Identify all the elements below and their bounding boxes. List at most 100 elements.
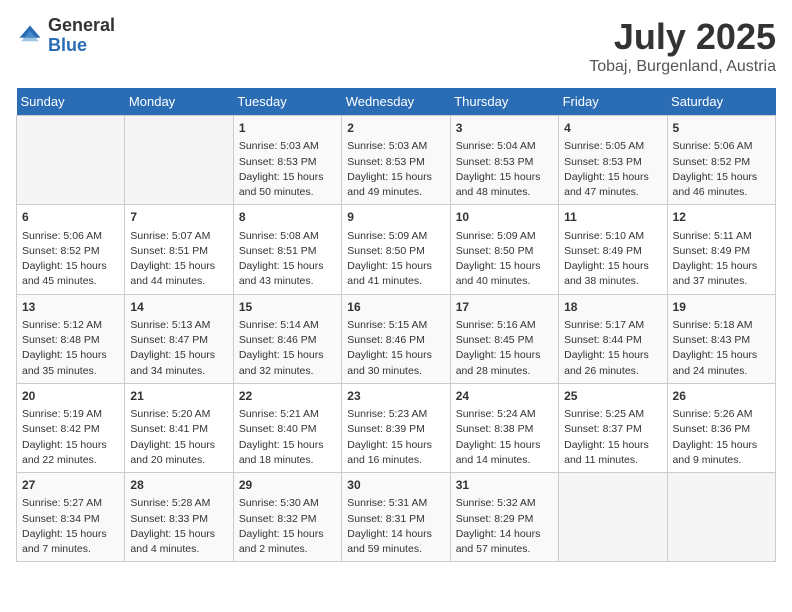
day-number: 17 — [456, 299, 553, 316]
calendar-cell: 5Sunrise: 5:06 AMSunset: 8:52 PMDaylight… — [667, 116, 775, 205]
logo-blue: Blue — [48, 36, 115, 56]
title-block: July 2025 Tobaj, Burgenland, Austria — [589, 16, 776, 76]
day-number: 14 — [130, 299, 227, 316]
day-number: 16 — [347, 299, 444, 316]
calendar-cell: 11 Sunrise: 5:10 AMSunset: 8:49 PMDayligh… — [559, 205, 667, 294]
calendar-cell: 10Sunrise: 5:09 AMSunset: 8:50 PMDayligh… — [450, 205, 558, 294]
page-header: General Blue July 2025 Tobaj, Burgenland… — [16, 16, 776, 76]
main-title: July 2025 — [589, 16, 776, 58]
calendar-cell: 22Sunrise: 5:21 AMSunset: 8:40 PMDayligh… — [233, 383, 341, 472]
day-number: 18 — [564, 299, 661, 316]
calendar-cell: 4 Sunrise: 5:05 AMSunset: 8:53 PMDaylight… — [559, 116, 667, 205]
day-number: 11 — [564, 209, 661, 226]
day-number: 20 — [22, 388, 119, 405]
calendar-header-row: SundayMondayTuesdayWednesdayThursdayFrid… — [17, 88, 776, 116]
calendar-cell: 13Sunrise: 5:12 AMSunset: 8:48 PMDayligh… — [17, 294, 125, 383]
header-day-tuesday: Tuesday — [233, 88, 341, 116]
day-info: Sunrise: 5:19 AMSunset: 8:42 PMDaylight:… — [22, 407, 119, 468]
day-number: 23 — [347, 388, 444, 405]
calendar-cell: 15 Sunrise: 5:14 AMSunset: 8:46 PMDayligh… — [233, 294, 341, 383]
day-info: Sunrise: 5:14 AMSunset: 8:46 PMDaylight:… — [239, 318, 336, 379]
header-day-wednesday: Wednesday — [342, 88, 450, 116]
header-day-friday: Friday — [559, 88, 667, 116]
day-info: Sunrise: 5:25 AMSunset: 8:37 PMDaylight:… — [564, 407, 661, 468]
calendar-cell: 1Sunrise: 5:03 AMSunset: 8:53 PMDaylight… — [233, 116, 341, 205]
calendar-week-row: 6 Sunrise: 5:06 AMSunset: 8:52 PMDaylight… — [17, 205, 776, 294]
day-info: Sunrise: 5:13 AMSunset: 8:47 PMDaylight:… — [130, 318, 227, 379]
day-info: Sunrise: 5:05 AMSunset: 8:53 PMDaylight:… — [564, 139, 661, 200]
calendar-cell: 20 Sunrise: 5:19 AMSunset: 8:42 PMDayligh… — [17, 383, 125, 472]
calendar-cell: 19 Sunrise: 5:18 AMSunset: 8:43 PMDayligh… — [667, 294, 775, 383]
calendar-cell: 28 Sunrise: 5:28 AMSunset: 8:33 PMDayligh… — [125, 473, 233, 562]
logo-icon — [16, 22, 44, 50]
day-info: Sunrise: 5:09 AMSunset: 8:50 PMDaylight:… — [456, 229, 553, 290]
calendar-cell: 21 Sunrise: 5:20 AMSunset: 8:41 PMDayligh… — [125, 383, 233, 472]
header-day-thursday: Thursday — [450, 88, 558, 116]
day-number: 8 — [239, 209, 336, 226]
calendar-cell: 18Sunrise: 5:17 AMSunset: 8:44 PMDayligh… — [559, 294, 667, 383]
day-info: Sunrise: 5:20 AMSunset: 8:41 PMDaylight:… — [130, 407, 227, 468]
calendar-week-row: 27 Sunrise: 5:27 AMSunset: 8:34 PMDayligh… — [17, 473, 776, 562]
day-number: 26 — [673, 388, 770, 405]
day-info: Sunrise: 5:15 AMSunset: 8:46 PMDaylight:… — [347, 318, 444, 379]
calendar-cell: 14 Sunrise: 5:13 AMSunset: 8:47 PMDayligh… — [125, 294, 233, 383]
day-info: Sunrise: 5:31 AMSunset: 8:31 PMDaylight:… — [347, 496, 444, 557]
day-number: 19 — [673, 299, 770, 316]
day-info: Sunrise: 5:06 AMSunset: 8:52 PMDaylight:… — [22, 229, 119, 290]
day-number: 24 — [456, 388, 553, 405]
day-info: Sunrise: 5:10 AMSunset: 8:49 PMDaylight:… — [564, 229, 661, 290]
calendar-cell — [667, 473, 775, 562]
day-info: Sunrise: 5:26 AMSunset: 8:36 PMDaylight:… — [673, 407, 770, 468]
day-number: 7 — [130, 209, 227, 226]
day-info: Sunrise: 5:27 AMSunset: 8:34 PMDaylight:… — [22, 496, 119, 557]
day-number: 27 — [22, 477, 119, 494]
calendar-cell: 31 Sunrise: 5:32 AMSunset: 8:29 PMDayligh… — [450, 473, 558, 562]
calendar-cell: 24 Sunrise: 5:24 AMSunset: 8:38 PMDayligh… — [450, 383, 558, 472]
calendar-cell: 25 Sunrise: 5:25 AMSunset: 8:37 PMDayligh… — [559, 383, 667, 472]
logo-general: General — [48, 16, 115, 36]
day-info: Sunrise: 5:28 AMSunset: 8:33 PMDaylight:… — [130, 496, 227, 557]
day-number: 3 — [456, 120, 553, 137]
day-number: 2 — [347, 120, 444, 137]
day-number: 5 — [673, 120, 770, 137]
calendar-week-row: 1Sunrise: 5:03 AMSunset: 8:53 PMDaylight… — [17, 116, 776, 205]
calendar-cell: 7 Sunrise: 5:07 AMSunset: 8:51 PMDaylight… — [125, 205, 233, 294]
calendar-cell: 17 Sunrise: 5:16 AMSunset: 8:45 PMDayligh… — [450, 294, 558, 383]
calendar-cell — [559, 473, 667, 562]
day-info: Sunrise: 5:24 AMSunset: 8:38 PMDaylight:… — [456, 407, 553, 468]
header-day-sunday: Sunday — [17, 88, 125, 116]
day-number: 12 — [673, 209, 770, 226]
day-info: Sunrise: 5:16 AMSunset: 8:45 PMDaylight:… — [456, 318, 553, 379]
day-number: 4 — [564, 120, 661, 137]
day-info: Sunrise: 5:21 AMSunset: 8:40 PMDaylight:… — [239, 407, 336, 468]
day-number: 30 — [347, 477, 444, 494]
calendar-cell: 12 Sunrise: 5:11 AMSunset: 8:49 PMDayligh… — [667, 205, 775, 294]
day-number: 15 — [239, 299, 336, 316]
day-number: 31 — [456, 477, 553, 494]
day-info: Sunrise: 5:30 AMSunset: 8:32 PMDaylight:… — [239, 496, 336, 557]
day-number: 28 — [130, 477, 227, 494]
day-info: Sunrise: 5:08 AMSunset: 8:51 PMDaylight:… — [239, 229, 336, 290]
calendar-cell: 30 Sunrise: 5:31 AMSunset: 8:31 PMDayligh… — [342, 473, 450, 562]
calendar-cell: 26 Sunrise: 5:26 AMSunset: 8:36 PMDayligh… — [667, 383, 775, 472]
calendar-week-row: 20 Sunrise: 5:19 AMSunset: 8:42 PMDayligh… — [17, 383, 776, 472]
day-number: 21 — [130, 388, 227, 405]
calendar-cell — [17, 116, 125, 205]
header-day-saturday: Saturday — [667, 88, 775, 116]
calendar-cell: 9Sunrise: 5:09 AMSunset: 8:50 PMDaylight… — [342, 205, 450, 294]
calendar-cell: 27 Sunrise: 5:27 AMSunset: 8:34 PMDayligh… — [17, 473, 125, 562]
calendar-cell: 3Sunrise: 5:04 AMSunset: 8:53 PMDaylight… — [450, 116, 558, 205]
day-info: Sunrise: 5:32 AMSunset: 8:29 PMDaylight:… — [456, 496, 553, 557]
header-day-monday: Monday — [125, 88, 233, 116]
day-info: Sunrise: 5:03 AMSunset: 8:53 PMDaylight:… — [239, 139, 336, 200]
day-info: Sunrise: 5:12 AMSunset: 8:48 PMDaylight:… — [22, 318, 119, 379]
calendar-cell: 6 Sunrise: 5:06 AMSunset: 8:52 PMDaylight… — [17, 205, 125, 294]
day-info: Sunrise: 5:07 AMSunset: 8:51 PMDaylight:… — [130, 229, 227, 290]
calendar-table: SundayMondayTuesdayWednesdayThursdayFrid… — [16, 88, 776, 562]
day-info: Sunrise: 5:18 AMSunset: 8:43 PMDaylight:… — [673, 318, 770, 379]
calendar-cell — [125, 116, 233, 205]
calendar-cell: 16 Sunrise: 5:15 AMSunset: 8:46 PMDayligh… — [342, 294, 450, 383]
day-number: 25 — [564, 388, 661, 405]
day-info: Sunrise: 5:11 AMSunset: 8:49 PMDaylight:… — [673, 229, 770, 290]
day-number: 6 — [22, 209, 119, 226]
